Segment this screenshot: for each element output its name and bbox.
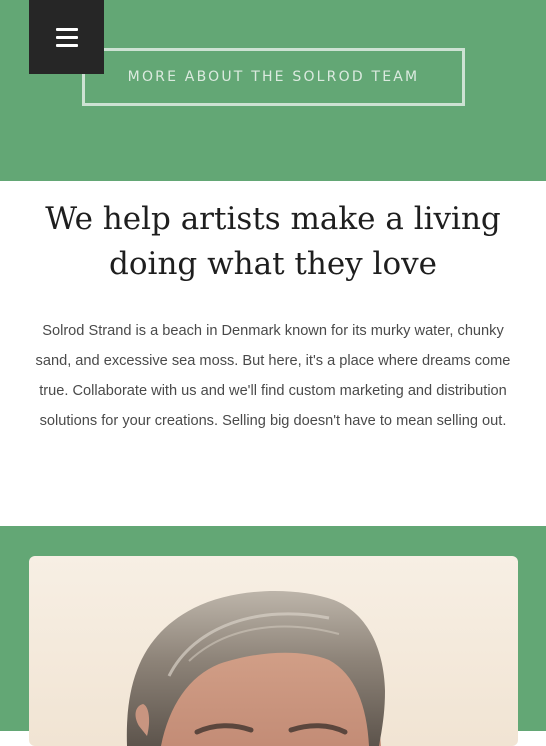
headline: We help artists make a living doing what… (45, 201, 501, 282)
team-member-photo (29, 556, 518, 746)
hero-section: MORE ABOUT THE SOLROD TEAM (0, 0, 546, 181)
menu-button[interactable] (29, 0, 104, 74)
intro-section: We help artists make a living doing what… (0, 181, 546, 526)
hamburger-menu-icon (55, 27, 78, 47)
portrait-image (126, 590, 385, 746)
more-about-team-button[interactable]: MORE ABOUT THE SOLROD TEAM (82, 48, 465, 106)
team-section (0, 526, 546, 746)
intro-paragraph: Solrod Strand is a beach in Denmark know… (35, 323, 511, 429)
